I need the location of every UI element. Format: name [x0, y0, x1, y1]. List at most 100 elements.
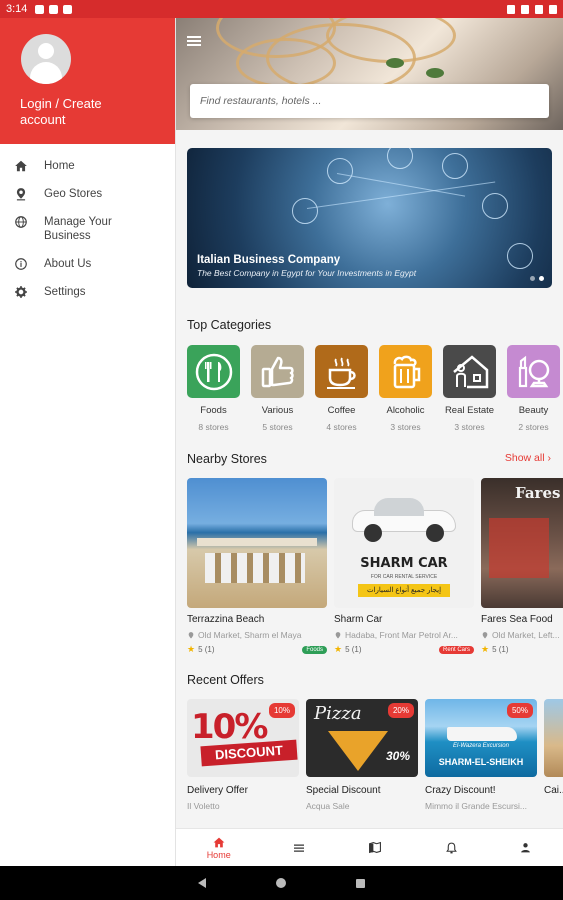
nav-home[interactable]: Home	[207, 836, 231, 860]
store-address: Old Market, Left...	[481, 630, 563, 640]
login-link[interactable]: Login / Create account	[20, 96, 130, 128]
drawer-item-manage-business[interactable]: Manage Your Business	[0, 208, 175, 250]
offer-name: Crazy Discount!	[425, 785, 496, 796]
avatar[interactable]	[21, 34, 71, 84]
category-various[interactable]: Various 5 stores	[251, 345, 304, 432]
drawer-item-label: Home	[44, 160, 75, 172]
store-meta: ★ 5 (1)	[481, 644, 563, 655]
offer-image: 10% DISCOUNT 10%	[187, 699, 299, 777]
category-name: Coffee	[327, 405, 356, 416]
mirror-lipstick-icon	[518, 355, 549, 387]
drawer-item-about-us[interactable]: About Us	[0, 250, 175, 278]
offer-badge: 50%	[506, 703, 533, 718]
store-address-text: Old Market, Left...	[492, 630, 560, 640]
avatar-head-icon	[38, 43, 54, 59]
location-status-icon	[507, 4, 515, 14]
store-tag: Rent Cars	[438, 645, 474, 654]
offer-card[interactable]: 10% DISCOUNT 10% Delivery Offer Il Volet…	[187, 699, 299, 811]
nav-home-label: Home	[206, 849, 231, 860]
network-line	[306, 181, 496, 209]
category-coffee[interactable]: Coffee 4 stores	[315, 345, 368, 432]
nav-notifications[interactable]	[445, 841, 458, 855]
drawer-item-settings[interactable]: Settings	[0, 278, 175, 306]
offer-image-caption: El-Wazera Excursion	[453, 743, 509, 749]
carousel-dot-active[interactable]	[539, 276, 544, 281]
offer-name: Delivery Offer	[187, 785, 248, 796]
category-name: Alcoholic	[386, 405, 425, 416]
store-address: Hadaba, Front Mar Petrol Ar...	[334, 630, 474, 640]
offer-card[interactable]: El-Wazera Excursion SHARM-EL-SHEIKH 50% …	[425, 699, 537, 811]
nav-profile[interactable]	[519, 841, 532, 854]
menu-icon[interactable]	[187, 36, 201, 46]
beer-mug-icon	[393, 355, 420, 388]
category-tile	[379, 345, 432, 398]
store-tag: Foods	[302, 645, 327, 654]
drawer-item-geo-stores[interactable]: Geo Stores	[0, 180, 175, 208]
carousel-dot[interactable]	[530, 276, 535, 281]
car-illustration	[352, 492, 456, 542]
avatar-body-icon	[30, 62, 62, 84]
offer-store: Il Voletto	[187, 801, 220, 811]
location-pin-icon	[188, 631, 194, 638]
recent-apps-icon[interactable]	[356, 878, 365, 888]
store-rating: 5 (1)	[345, 645, 362, 654]
nav-list[interactable]	[292, 842, 306, 854]
category-name: Various	[261, 405, 294, 416]
search-bar[interactable]	[190, 84, 549, 118]
store-card[interactable]: SHARM CAR FOR CAR RENTAL SERVICE إيجار ج…	[334, 478, 474, 655]
car-ad-subtitle: FOR CAR RENTAL SERVICE	[370, 574, 438, 580]
store-image: Fares	[481, 478, 563, 608]
main-content: Italian Business Company The Best Compan…	[176, 18, 563, 828]
location-pin-icon	[335, 631, 341, 638]
drawer-item-label: Settings	[44, 286, 86, 298]
store-image	[187, 478, 327, 608]
back-icon[interactable]	[198, 878, 206, 888]
show-all-label: Show all	[504, 452, 545, 464]
battery-icon	[549, 4, 557, 14]
location-pin-icon	[482, 631, 488, 638]
nearby-title: Nearby Stores	[187, 452, 267, 466]
coffee-cup-icon	[326, 357, 356, 389]
search-input[interactable]	[200, 95, 539, 107]
beach-chairs	[205, 553, 305, 583]
store-meta: ★ 5 (1) Foods	[187, 644, 327, 655]
globe-icon	[15, 216, 27, 228]
drawer-item-home[interactable]: Home	[0, 152, 175, 180]
store-rating: 5 (1)	[492, 645, 509, 654]
show-all-link[interactable]: Show all ›	[505, 452, 551, 464]
nav-map[interactable]	[367, 841, 383, 854]
drawer-item-label: About Us	[44, 258, 92, 270]
home-circle-icon[interactable]	[276, 878, 286, 888]
category-real-estate[interactable]: Real Estate 3 stores	[443, 345, 496, 432]
store-name: Sharm Car	[334, 614, 383, 625]
store-address-text: Hadaba, Front Mar Petrol Ar...	[345, 630, 458, 640]
home-icon	[213, 837, 225, 847]
offer-image: El-Wazera Excursion SHARM-EL-SHEIKH 50%	[425, 699, 537, 777]
car-ad-banner: إيجار جميع أنواع السيارات	[358, 584, 450, 597]
category-beauty[interactable]: Beauty 2 stores	[507, 345, 560, 432]
store-address-text: Old Market, Sharm el Maya	[198, 630, 302, 640]
drawer-menu: Home Geo Stores Manage Your Business Abo…	[0, 144, 175, 306]
wifi-icon	[521, 4, 529, 14]
categories-title: Top Categories	[187, 318, 272, 332]
category-foods[interactable]: Foods 8 stores	[187, 345, 240, 432]
category-count: 4 stores	[326, 422, 357, 432]
categories-list: Foods 8 stores Various 5 stores Coffee 4…	[187, 345, 560, 432]
store-card[interactable]: Fares Fares Sea Food Old Market, Left...…	[481, 478, 563, 655]
offer-card[interactable]: Cai...	[544, 699, 563, 811]
fork-knife-icon	[195, 353, 232, 390]
pasta-decoration	[236, 38, 336, 88]
offer-card[interactable]: Pizza 30% 20% Special Discount Acqua Sal…	[306, 699, 418, 811]
promo-banner[interactable]: Italian Business Company The Best Compan…	[187, 148, 552, 288]
network-node	[327, 158, 353, 184]
store-card[interactable]: Terrazzina Beach Old Market, Sharm el Ma…	[187, 478, 327, 655]
category-alcoholic[interactable]: Alcoholic 3 stores	[379, 345, 432, 432]
drawer-item-label: Geo Stores	[44, 188, 103, 200]
pizza-slice	[328, 731, 388, 771]
category-count: 8 stores	[198, 422, 229, 432]
status-indicators	[507, 4, 557, 14]
signal-icon	[535, 4, 543, 14]
category-tile	[187, 345, 240, 398]
status-time: 3:14	[6, 3, 28, 15]
offer-store: Acqua Sale	[306, 801, 350, 811]
